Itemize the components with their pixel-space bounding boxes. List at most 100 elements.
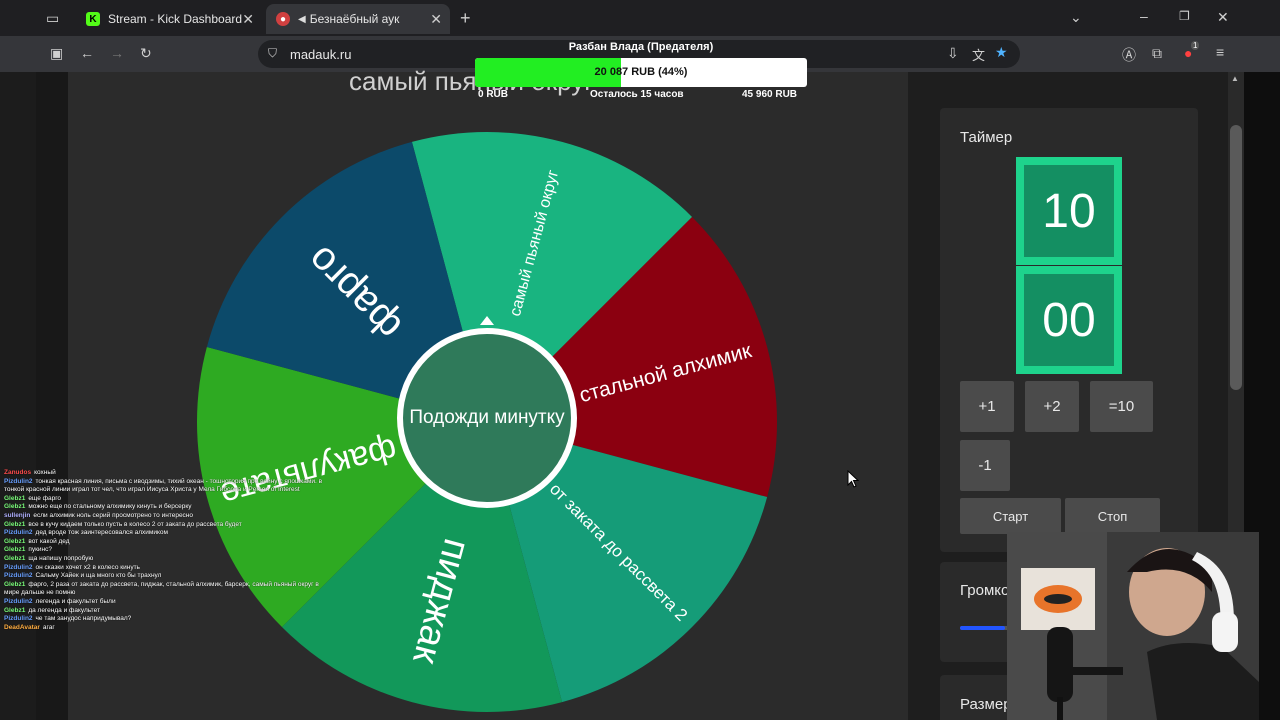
chat-text: он сказки хочет х2 в колесо кинуть: [35, 563, 140, 571]
chat-message: Glebz1 вот какой дед: [4, 538, 324, 547]
chat-username: Pizdulin2: [4, 572, 33, 580]
forward-icon[interactable]: →: [110, 45, 124, 61]
chat-text: фарго, 2 раза от заката до рассвета, пид…: [4, 580, 319, 597]
timer-plus2-button[interactable]: +2: [1025, 381, 1079, 432]
chat-text: ща напишу попробую: [28, 554, 94, 562]
chat-message: sullenjin если алхимик ноль серий просмот…: [4, 512, 324, 521]
chat-text: агаг: [42, 623, 55, 631]
chat-message: Glebz1 можно еще по стальному алхимику ки…: [4, 503, 324, 512]
chat-message: Pizdulin2 легенда и факультет были: [4, 598, 324, 607]
tab-auction[interactable]: ● ◀ Безнаёбный аук ✕: [266, 4, 450, 34]
chat-username: Glebz1: [4, 580, 26, 588]
chat-message: Zanudos кохный: [4, 469, 324, 478]
browser-tab-bar: ▭ K Stream - Kick Dashboard ✕ ● ◀ Безнаё…: [0, 0, 1280, 36]
chat-message: Pizdulin2 он сказки хочет х2 в колесо кин…: [4, 564, 324, 573]
goal-title: Разбан Влада (Предателя): [568, 41, 714, 53]
chat-message: Glebz1 ща напишу попробую: [4, 555, 324, 564]
timer-plus1-button[interactable]: +1: [960, 381, 1014, 432]
chat-username: Pizdulin2: [4, 563, 33, 571]
goal-time-remaining: Осталось 15 часов: [590, 89, 684, 100]
screen: ▭ K Stream - Kick Dashboard ✕ ● ◀ Безнаё…: [0, 0, 1280, 720]
tab-actions-icon[interactable]: ▭: [46, 10, 59, 27]
chat-username: Glebz1: [4, 606, 26, 614]
chat-message: Glebz1 фарго, 2 раза от заката до рассвет…: [4, 581, 324, 598]
timer-minus1-button[interactable]: -1: [960, 440, 1010, 491]
wheel-center-button[interactable]: Подожди минутку: [397, 328, 577, 508]
reload-icon[interactable]: ↻: [140, 45, 152, 62]
chat-username: Pizdulin2: [4, 477, 33, 485]
tab-title: Stream - Kick Dashboard: [108, 12, 243, 26]
goal-progress-text: 20 087 RUB (44%): [594, 66, 688, 78]
scroll-up-icon[interactable]: ▲: [1231, 74, 1239, 83]
chat-text: легенда и факультет были: [35, 597, 116, 605]
chat-text: тонкая красная линия, письма с иводзимы,…: [4, 477, 323, 494]
chat-text: че там занудос напридумывал?: [35, 615, 132, 623]
sidebar-toggle-icon[interactable]: ▣: [50, 45, 63, 62]
url-text[interactable]: madauk.ru: [290, 47, 351, 62]
chat-username: Glebz1: [4, 503, 26, 511]
back-icon[interactable]: ←: [80, 45, 94, 61]
kick-logo-icon: K: [86, 12, 100, 26]
scrollbar-thumb[interactable]: [1230, 125, 1242, 390]
timer-minutes-value: 10: [1024, 165, 1114, 257]
goal-max-label: 45 960 RUB: [742, 89, 798, 100]
timer-stop-button[interactable]: Стоп: [1065, 498, 1160, 534]
chat-text: да легенда и факультет: [28, 606, 100, 614]
webcam-image: [1007, 532, 1259, 720]
mouse-cursor-icon: [847, 470, 859, 488]
tab-title: Безнаёбный аук: [309, 12, 400, 26]
timer-seconds: 00: [1016, 266, 1122, 374]
webcam-overlay: [1007, 532, 1259, 720]
chat-text: дед вроде тож заинтересовался алхимиком: [35, 529, 169, 537]
chat-message: Pizdulin2 че там занудос напридумывал?: [4, 615, 324, 624]
chat-message: DeadAvatar агаг: [4, 624, 324, 633]
chat-text: пукинс?: [28, 546, 53, 554]
chat-username: Glebz1: [4, 494, 26, 502]
timer-seconds-value: 00: [1024, 274, 1114, 366]
install-app-icon[interactable]: ⇩: [947, 45, 959, 62]
translate-icon[interactable]: 文: [972, 45, 985, 64]
chat-text: если алхимик ноль серий просмотрено то и…: [33, 511, 194, 519]
page-favicon-icon: ●: [276, 12, 290, 26]
wheel-center-text: Подожди минутку: [409, 407, 565, 428]
timer-minutes: 10: [1016, 157, 1122, 265]
profile-icon[interactable]: Ⓐ: [1122, 45, 1136, 65]
chat-username: Pizdulin2: [4, 615, 33, 623]
goal-min-label: 0 RUB: [478, 89, 509, 100]
chat-username: DeadAvatar: [4, 623, 40, 631]
chat-text: вот какой дед: [28, 537, 70, 545]
restore-icon[interactable]: ❐: [1179, 9, 1190, 23]
chat-text: Сальму Хайек и ща много кто бы трахнул: [35, 572, 162, 580]
timer-set10-button[interactable]: =10: [1090, 381, 1153, 432]
new-tab-button[interactable]: +: [460, 8, 471, 29]
chat-message: Glebz1 все в кучу кидаем только пусть в к…: [4, 521, 324, 530]
chat-username: Glebz1: [4, 520, 26, 528]
tab-kick-dashboard[interactable]: K Stream - Kick Dashboard ✕: [76, 4, 262, 34]
site-info-icon[interactable]: ⛉: [268, 46, 277, 61]
close-window-icon[interactable]: ✕: [1217, 9, 1229, 26]
menu-icon[interactable]: ≡: [1216, 44, 1224, 60]
tab-close-icon[interactable]: ✕: [430, 11, 442, 28]
minimize-icon[interactable]: –: [1140, 8, 1148, 24]
speaker-icon[interactable]: ◀: [298, 14, 306, 25]
tab-close-icon[interactable]: ✕: [242, 11, 254, 28]
chat-text: можно еще по стальному алхимику кинуть и…: [28, 503, 192, 511]
bookmark-star-icon[interactable]: ★: [995, 44, 1008, 61]
chat-text: кохный: [34, 469, 56, 476]
chat-username: Zanudos: [4, 469, 32, 476]
chat-username: Glebz1: [4, 546, 26, 554]
volume-slider-fill: [960, 626, 1005, 630]
chat-username: Pizdulin2: [4, 529, 33, 537]
timer-start-button[interactable]: Старт: [960, 498, 1061, 534]
chat-username: sullenjin: [4, 511, 31, 519]
extensions-icon[interactable]: ⧉: [1152, 45, 1162, 62]
chat-overlay: Zanudos кохный Pizdulin2 тонкая красная лин…: [4, 469, 324, 632]
timer-label: Таймер: [960, 129, 1013, 146]
tab-search-chevron-icon[interactable]: ⌄: [1070, 9, 1082, 26]
chat-message: Pizdulin2 тонкая красная линия, письма с …: [4, 478, 324, 495]
chat-message: Glebz1 пукинс?: [4, 546, 324, 555]
chat-username: Pizdulin2: [4, 597, 33, 605]
goal-progress-bar: 20 087 RUB (44%): [475, 58, 807, 87]
wheel-pointer: [480, 316, 494, 325]
chat-text: еще фарго: [28, 494, 62, 502]
